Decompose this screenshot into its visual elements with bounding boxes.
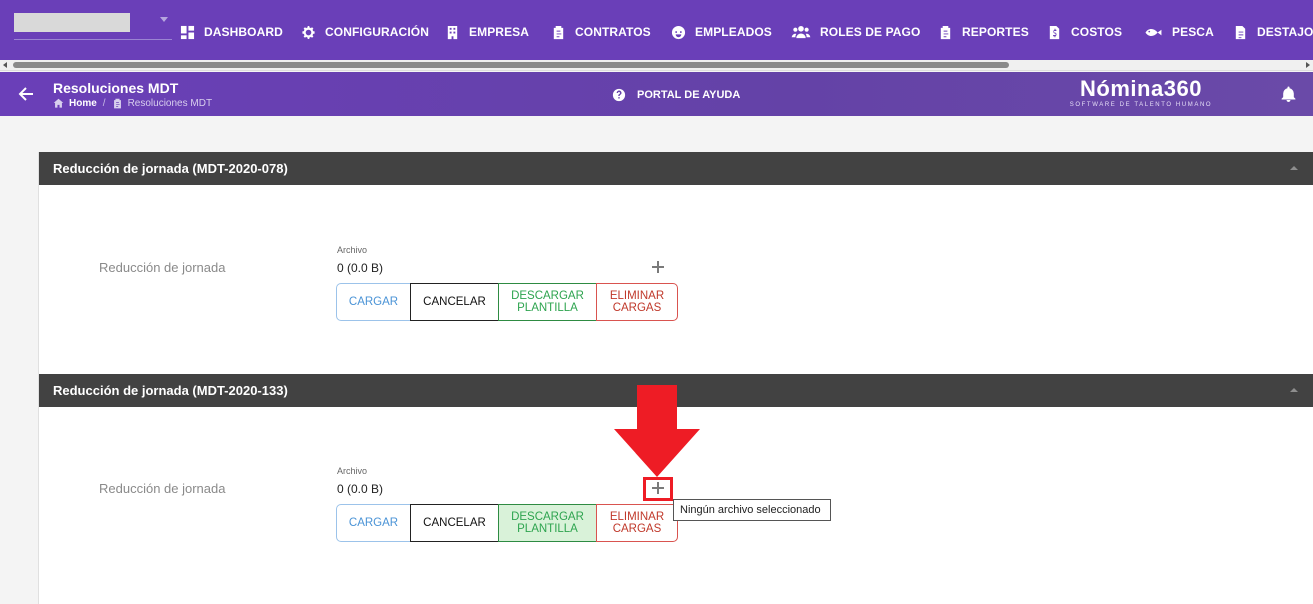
help-portal-link[interactable]: PORTAL DE AYUDA bbox=[612, 88, 740, 102]
clipboard-icon bbox=[113, 98, 121, 109]
panel-title: Reducción de jornada (MDT-2020-133) bbox=[53, 383, 288, 398]
dashboard-icon bbox=[180, 25, 195, 39]
file-tooltip: Ningún archivo seleccionado bbox=[673, 499, 831, 521]
clipboard-icon bbox=[940, 25, 951, 39]
face-icon bbox=[671, 25, 686, 39]
add-file-plus-icon[interactable] bbox=[650, 259, 666, 275]
scroll-left-arrow-icon[interactable] bbox=[3, 62, 7, 68]
upload-button-group: CARGAR CANCELAR DESCARGAR PLANTILLA ELIM… bbox=[336, 283, 678, 321]
page-title: Resoluciones MDT bbox=[53, 80, 179, 96]
nav-empresa[interactable]: EMPRESA bbox=[445, 22, 529, 42]
nav-label: CONTRATOS bbox=[575, 25, 651, 39]
download-template-button[interactable]: DESCARGAR PLANTILLA bbox=[498, 283, 597, 321]
nav-label: REPORTES bbox=[962, 25, 1029, 39]
annotation-arrow-icon bbox=[614, 385, 700, 477]
nav-label: EMPRESA bbox=[469, 25, 530, 39]
page-header: Resoluciones MDT Home / Resoluciones MDT… bbox=[0, 72, 1313, 116]
cancel-button[interactable]: CANCELAR bbox=[410, 504, 499, 542]
breadcrumb: Home / Resoluciones MDT bbox=[53, 98, 212, 109]
delete-loads-button[interactable]: ELIMINAR CARGAS bbox=[596, 283, 678, 321]
company-name-redacted bbox=[14, 13, 130, 32]
collapse-chevron-icon[interactable] bbox=[1290, 388, 1298, 392]
nav-pesca[interactable]: PESCA bbox=[1143, 22, 1214, 42]
users-icon bbox=[791, 25, 811, 38]
scroll-right-arrow-icon[interactable] bbox=[1306, 62, 1310, 68]
panel-header-mdt-2020-078[interactable]: Reducción de jornada (MDT-2020-078) bbox=[39, 152, 1313, 185]
cancel-button[interactable]: CANCELAR bbox=[410, 283, 499, 321]
brand-logo: Nómina360 SOFTWARE DE TALENTO HUMANO bbox=[1066, 76, 1216, 109]
nav-roles-de-pago[interactable]: ROLES DE PAGO bbox=[791, 22, 920, 42]
main-content: Reducción de jornada (MDT-2020-078) Redu… bbox=[38, 152, 1313, 604]
nav-reportes[interactable]: REPORTES bbox=[938, 22, 1029, 42]
gear-icon bbox=[302, 25, 315, 39]
panel-title: Reducción de jornada (MDT-2020-078) bbox=[53, 161, 288, 176]
upload-button-group: CARGAR CANCELAR DESCARGAR PLANTILLA ELIM… bbox=[336, 504, 678, 542]
load-button[interactable]: CARGAR bbox=[336, 504, 411, 542]
nav-label: EMPLEADOS bbox=[695, 25, 772, 39]
file-size-value: 0 (0.0 B) bbox=[337, 261, 384, 275]
load-button[interactable]: CARGAR bbox=[336, 283, 411, 321]
breadcrumb-separator: / bbox=[102, 98, 106, 109]
row-label: Reducción de jornada bbox=[99, 481, 226, 496]
nav-label: DESTAJO bbox=[1257, 25, 1313, 39]
file-field-label: Archivo bbox=[337, 245, 368, 255]
help-circle-icon bbox=[612, 88, 626, 102]
nav-empleados[interactable]: EMPLEADOS bbox=[671, 22, 772, 42]
invoice-icon bbox=[1049, 25, 1060, 39]
breadcrumb-current: Resoluciones MDT bbox=[127, 98, 213, 109]
nav-costos[interactable]: COSTOS bbox=[1047, 22, 1122, 42]
nav-configuracion[interactable]: CONFIGURACIÓN bbox=[301, 22, 429, 42]
nav-dashboard[interactable]: DASHBOARD bbox=[180, 22, 283, 42]
nav-destajo[interactable]: DESTAJO bbox=[1233, 22, 1313, 42]
breadcrumb-home-link[interactable]: Home bbox=[69, 98, 97, 109]
nav-contratos[interactable]: CONTRATOS bbox=[551, 22, 651, 42]
help-portal-label: PORTAL DE AYUDA bbox=[637, 89, 741, 101]
file-size-value: 0 (0.0 B) bbox=[337, 482, 384, 496]
annotation-highlight-box bbox=[643, 477, 673, 501]
brand-tagline: SOFTWARE DE TALENTO HUMANO bbox=[1069, 102, 1213, 108]
nav-label: ROLES DE PAGO bbox=[820, 25, 921, 39]
file-field-label: Archivo bbox=[337, 466, 368, 476]
document-icon bbox=[1235, 25, 1246, 39]
nav-label: CONFIGURACIÓN bbox=[325, 25, 429, 39]
company-selector[interactable] bbox=[14, 13, 172, 40]
bell-icon[interactable] bbox=[1280, 86, 1297, 103]
nav-label: PESCA bbox=[1172, 25, 1214, 39]
clipboard-icon bbox=[553, 25, 564, 39]
delete-loads-button[interactable]: ELIMINAR CARGAS bbox=[596, 504, 678, 542]
back-arrow-icon[interactable] bbox=[18, 86, 34, 102]
nav-label: COSTOS bbox=[1071, 25, 1123, 39]
row-label: Reducción de jornada bbox=[99, 260, 226, 275]
brand-name: Nómina360 bbox=[1080, 76, 1202, 101]
top-navigation-bar: DASHBOARD CONFIGURACIÓN EMPRESA CONTRATO… bbox=[0, 0, 1313, 60]
nav-label: DASHBOARD bbox=[204, 25, 283, 39]
chevron-down-icon bbox=[160, 17, 168, 22]
download-template-button[interactable]: DESCARGAR PLANTILLA bbox=[498, 504, 597, 542]
building-icon bbox=[447, 25, 458, 39]
collapse-chevron-icon[interactable] bbox=[1290, 166, 1298, 170]
home-icon bbox=[53, 98, 64, 108]
fish-icon bbox=[1145, 28, 1162, 36]
scrollbar-thumb[interactable] bbox=[13, 62, 1009, 68]
horizontal-scrollbar[interactable] bbox=[0, 60, 1313, 71]
